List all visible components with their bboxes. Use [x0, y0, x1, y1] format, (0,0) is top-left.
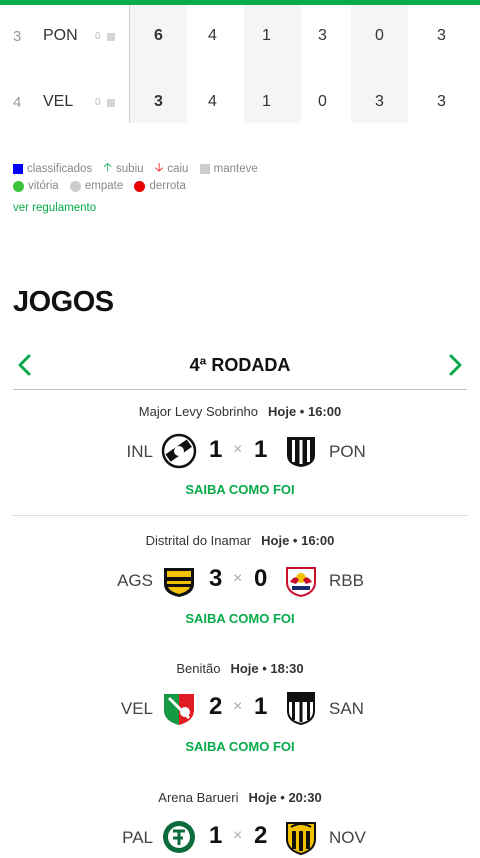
cell-games: 4: [208, 93, 217, 110]
away-team-abbr: RBB: [329, 571, 364, 590]
cell-games: 4: [208, 27, 217, 44]
saiba-como-foi-link[interactable]: SAIBA COMO FOI: [13, 482, 467, 497]
loss-dot-icon: [134, 180, 146, 192]
cell-points: 3: [154, 93, 163, 110]
away-team-abbr: NOV: [329, 828, 366, 847]
novorizontino-crest-icon: [286, 822, 316, 855]
saiba-como-foi-link[interactable]: SAIBA COMO FOI: [13, 611, 467, 626]
game-venue: Benitão: [176, 661, 221, 676]
cell-losses: 0: [375, 27, 384, 44]
cell-draws: 0: [318, 93, 327, 110]
game-venue: Major Levy Sobrinho: [138, 404, 259, 419]
legend-row-results: vitória empate derrota: [13, 180, 190, 192]
score-line: INL 1 × 1 PON: [13, 432, 467, 472]
classified-square-icon: [13, 163, 23, 174]
legend-label: subiu: [116, 162, 144, 175]
palmeiras-crest-icon: [163, 821, 195, 853]
versus-x-icon: ×: [233, 441, 243, 458]
cell-wins: 1: [262, 93, 271, 110]
row-variation: 0: [95, 97, 101, 108]
game-time: Hoje • 20:30: [248, 790, 322, 805]
home-score: 1: [209, 822, 223, 849]
kept-square-icon: [199, 163, 210, 174]
away-score: 1: [254, 693, 268, 720]
away-team-abbr: SAN: [329, 699, 364, 718]
versus-x-icon: ×: [233, 570, 243, 587]
home-team-abbr: AGS: [117, 571, 153, 590]
standings-row[interactable]: 3 PON 0 6 4 1 3 0 3: [0, 8, 480, 74]
chevron-right-icon[interactable]: [445, 353, 465, 377]
game-time: Hoje • 16:00: [268, 404, 342, 419]
top-accent-bar: [0, 0, 480, 5]
home-team-abbr: VEL: [120, 699, 153, 718]
away-score: 2: [254, 822, 268, 849]
santos-crest-icon: [287, 692, 315, 726]
cell-goals: 3: [437, 27, 446, 44]
velo-clube-crest-icon: [164, 694, 194, 725]
game-venue: Distrital do Inamar: [145, 533, 252, 548]
variation-kept-icon: [107, 33, 115, 41]
away-score: 0: [254, 565, 268, 592]
cell-points: 6: [154, 27, 163, 44]
game-divider: [13, 515, 467, 516]
home-score: 2: [209, 693, 223, 720]
row-team: VEL: [43, 93, 74, 110]
row-position: 3: [13, 28, 22, 45]
games-section-title: JOGOS: [13, 286, 114, 318]
win-dot-icon: [13, 180, 24, 192]
cell-goals: 3: [437, 93, 446, 110]
round-label: 4ª RODADA: [189, 355, 291, 375]
game-info: Major Levy Sobrinho Hoje • 16:00: [13, 404, 467, 419]
game-info: Arena Barueri Hoje • 20:30: [13, 790, 467, 805]
versus-x-icon: ×: [233, 698, 243, 715]
score-line: VEL 2 × 1 SAN: [13, 689, 467, 729]
inter-limeira-crest-icon: [161, 433, 197, 469]
draw-dot-icon: [69, 180, 81, 192]
game-time: Hoje • 16:00: [261, 533, 335, 548]
agua-santa-crest-icon: [164, 568, 194, 597]
cell-losses: 3: [375, 93, 384, 110]
arrow-up-icon: 🡡: [103, 160, 113, 174]
home-score: 3: [209, 565, 223, 592]
arrow-down-icon: 🡣: [154, 160, 164, 174]
legend-label: caiu: [167, 162, 189, 175]
score-line: AGS 3 × 0 RBB: [13, 561, 467, 601]
home-team-abbr: PAL: [122, 828, 153, 847]
versus-x-icon: ×: [233, 827, 243, 844]
home-team-abbr: INL: [126, 442, 153, 461]
legend-label: derrota: [149, 180, 186, 192]
saiba-como-foi-link[interactable]: SAIBA COMO FOI: [13, 739, 467, 754]
regulation-link[interactable]: ver regulamento: [13, 202, 96, 214]
ponte-preta-crest-icon: [287, 437, 315, 467]
row-position: 4: [13, 94, 22, 111]
cell-wins: 1: [262, 27, 271, 44]
score-line: PAL 1 × 2 NOV: [13, 818, 467, 858]
cell-draws: 3: [318, 27, 327, 44]
legend-label: empate: [84, 180, 124, 192]
game-venue: Arena Barueri: [158, 790, 239, 805]
legend-row-status: classificados 🡡 subiu 🡣 caiu manteve: [13, 158, 262, 179]
row-team: PON: [43, 27, 78, 44]
game-time: Hoje • 18:30: [230, 661, 304, 676]
legend-label: vitória: [28, 180, 59, 192]
game-info: Benitão Hoje • 18:30: [13, 661, 467, 676]
away-score: 1: [254, 436, 268, 463]
standings-row[interactable]: 4 VEL 0 3 4 1 0 3 3: [0, 74, 480, 140]
away-team-abbr: PON: [329, 442, 366, 461]
game-info: Distrital do Inamar Hoje • 16:00: [13, 533, 467, 548]
legend-label: manteve: [213, 162, 258, 175]
variation-kept-icon: [107, 99, 115, 107]
round-navigator: 4ª RODADA: [13, 345, 467, 390]
home-score: 1: [209, 436, 223, 463]
red-bull-bragantino-crest-icon: [286, 567, 316, 598]
row-variation: 0: [95, 31, 101, 42]
legend-label: classificados: [27, 162, 93, 175]
